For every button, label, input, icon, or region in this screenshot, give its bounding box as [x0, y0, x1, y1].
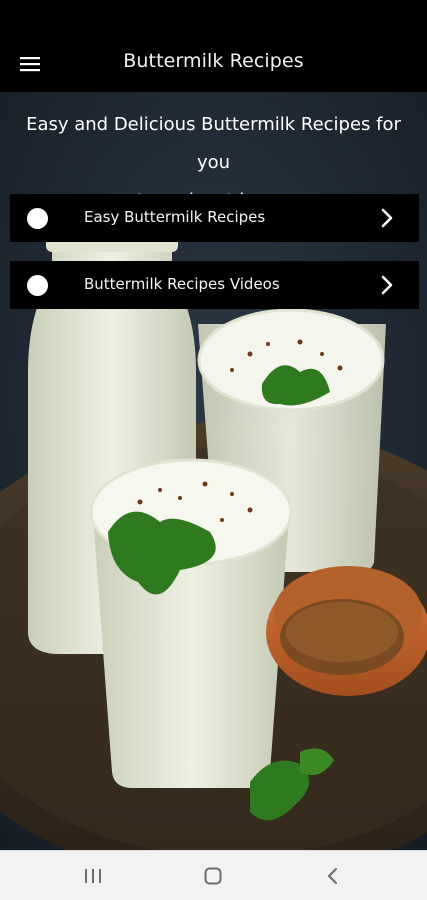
menu-item-easy-buttermilk-recipes[interactable]: Easy Buttermilk Recipes	[10, 194, 419, 242]
menu-item-label: Buttermilk Recipes Videos	[84, 275, 280, 293]
circle-bullet-icon	[27, 275, 48, 296]
recents-button[interactable]	[63, 851, 123, 900]
home-icon	[204, 867, 222, 885]
home-button[interactable]	[183, 851, 243, 900]
menu-item-buttermilk-recipes-videos[interactable]: Buttermilk Recipes Videos	[10, 261, 419, 309]
menu-item-label: Easy Buttermilk Recipes	[84, 208, 266, 226]
recents-icon	[85, 869, 101, 883]
back-button[interactable]	[302, 851, 362, 900]
chevron-right-icon	[381, 275, 393, 295]
chevron-right-icon	[381, 208, 393, 228]
headline-line-1: Easy and Delicious Buttermilk Recipes fo…	[26, 114, 401, 173]
system-navigation-bar	[0, 850, 427, 900]
circle-bullet-icon	[27, 208, 48, 229]
back-icon	[328, 868, 337, 884]
app-title: Buttermilk Recipes	[123, 50, 304, 72]
app-bar: Buttermilk Recipes	[0, 0, 427, 92]
